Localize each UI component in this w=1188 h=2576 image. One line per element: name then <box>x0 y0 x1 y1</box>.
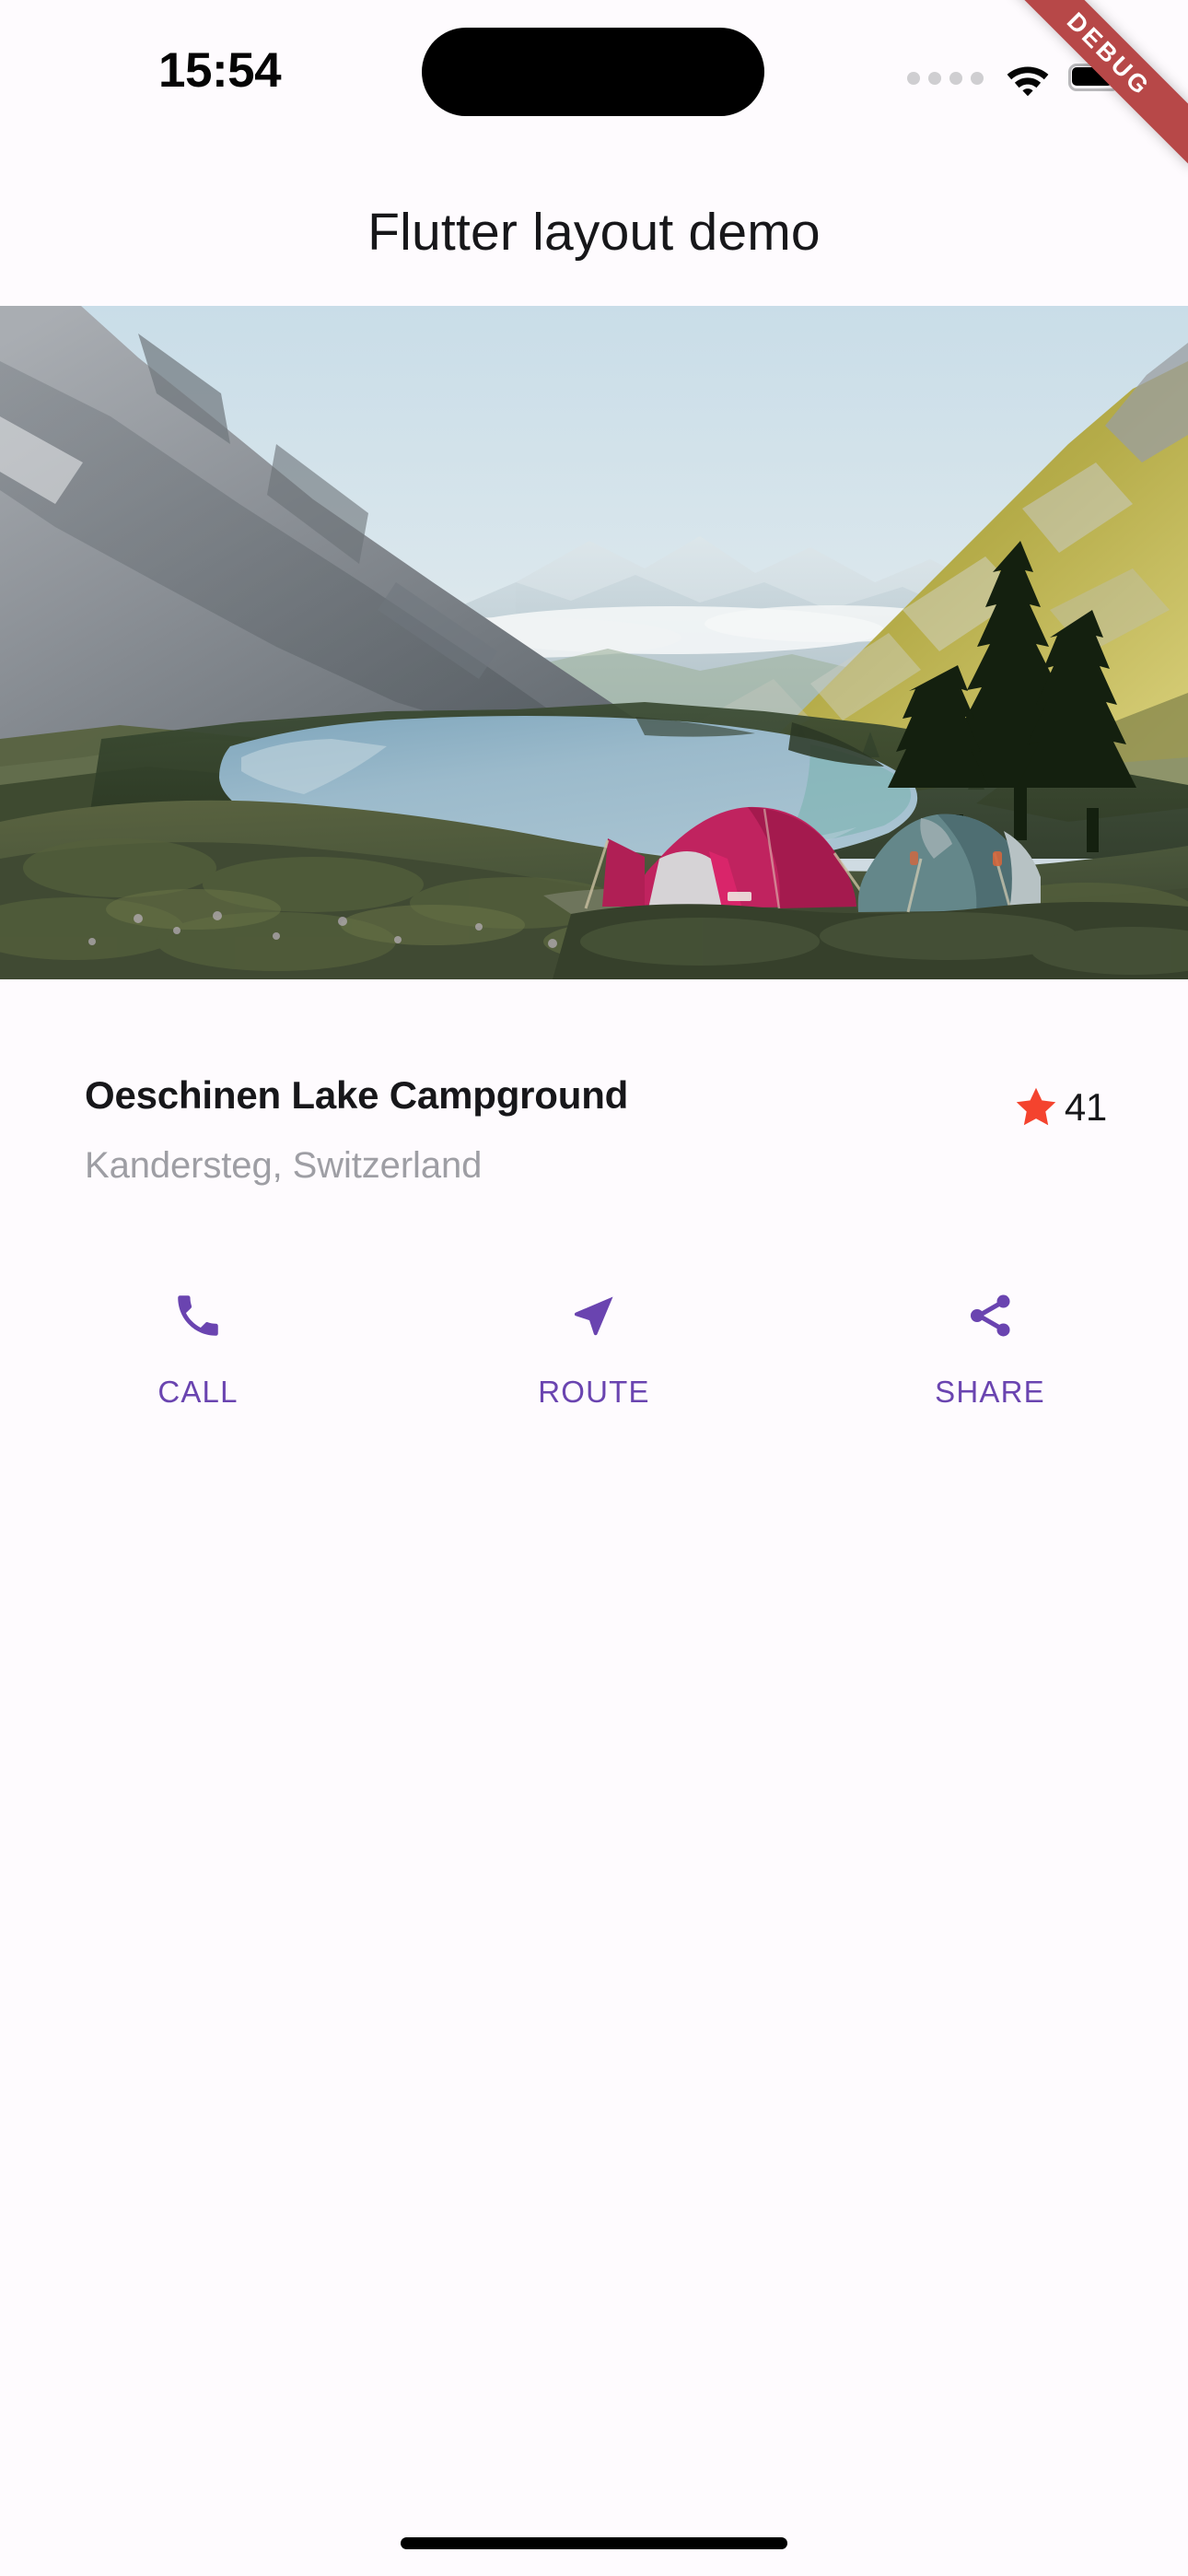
action-button-row: CALL ROUTE SHARE <box>0 1281 1188 1446</box>
dynamic-island <box>422 28 764 116</box>
rating-count: 41 <box>1064 1085 1107 1129</box>
home-indicator[interactable] <box>401 2537 787 2549</box>
place-text-block: Oeschinen Lake Campground Kandersteg, Sw… <box>85 1073 840 1187</box>
cellular-dots-icon <box>907 72 984 85</box>
phone-screen: 15:54 DEBUG Flutter layout demo Oeschine… <box>0 0 1188 2576</box>
navigation-arrow-icon <box>567 1281 621 1351</box>
hero-image <box>0 306 1188 979</box>
route-button-label: ROUTE <box>538 1375 650 1409</box>
route-button[interactable]: ROUTE <box>396 1281 792 1410</box>
hero-image-illustration <box>0 306 1188 979</box>
status-bar: 15:54 <box>0 0 1188 147</box>
place-title: Oeschinen Lake Campground <box>85 1073 629 1117</box>
star-icon <box>1011 1083 1061 1131</box>
place-subtitle: Kandersteg, Switzerland <box>85 1145 483 1187</box>
place-info-section: Oeschinen Lake Campground Kandersteg, Sw… <box>0 1050 1188 1207</box>
page-title: Flutter layout demo <box>367 203 821 262</box>
share-icon <box>963 1281 1017 1351</box>
call-button[interactable]: CALL <box>0 1281 396 1410</box>
share-button[interactable]: SHARE <box>792 1281 1188 1410</box>
rating-block: 41 <box>1011 1083 1107 1131</box>
phone-icon <box>171 1281 225 1351</box>
wifi-icon <box>1006 61 1050 96</box>
status-bar-clock: 15:54 <box>158 43 282 98</box>
call-button-label: CALL <box>157 1375 239 1409</box>
share-button-label: SHARE <box>935 1375 1045 1409</box>
